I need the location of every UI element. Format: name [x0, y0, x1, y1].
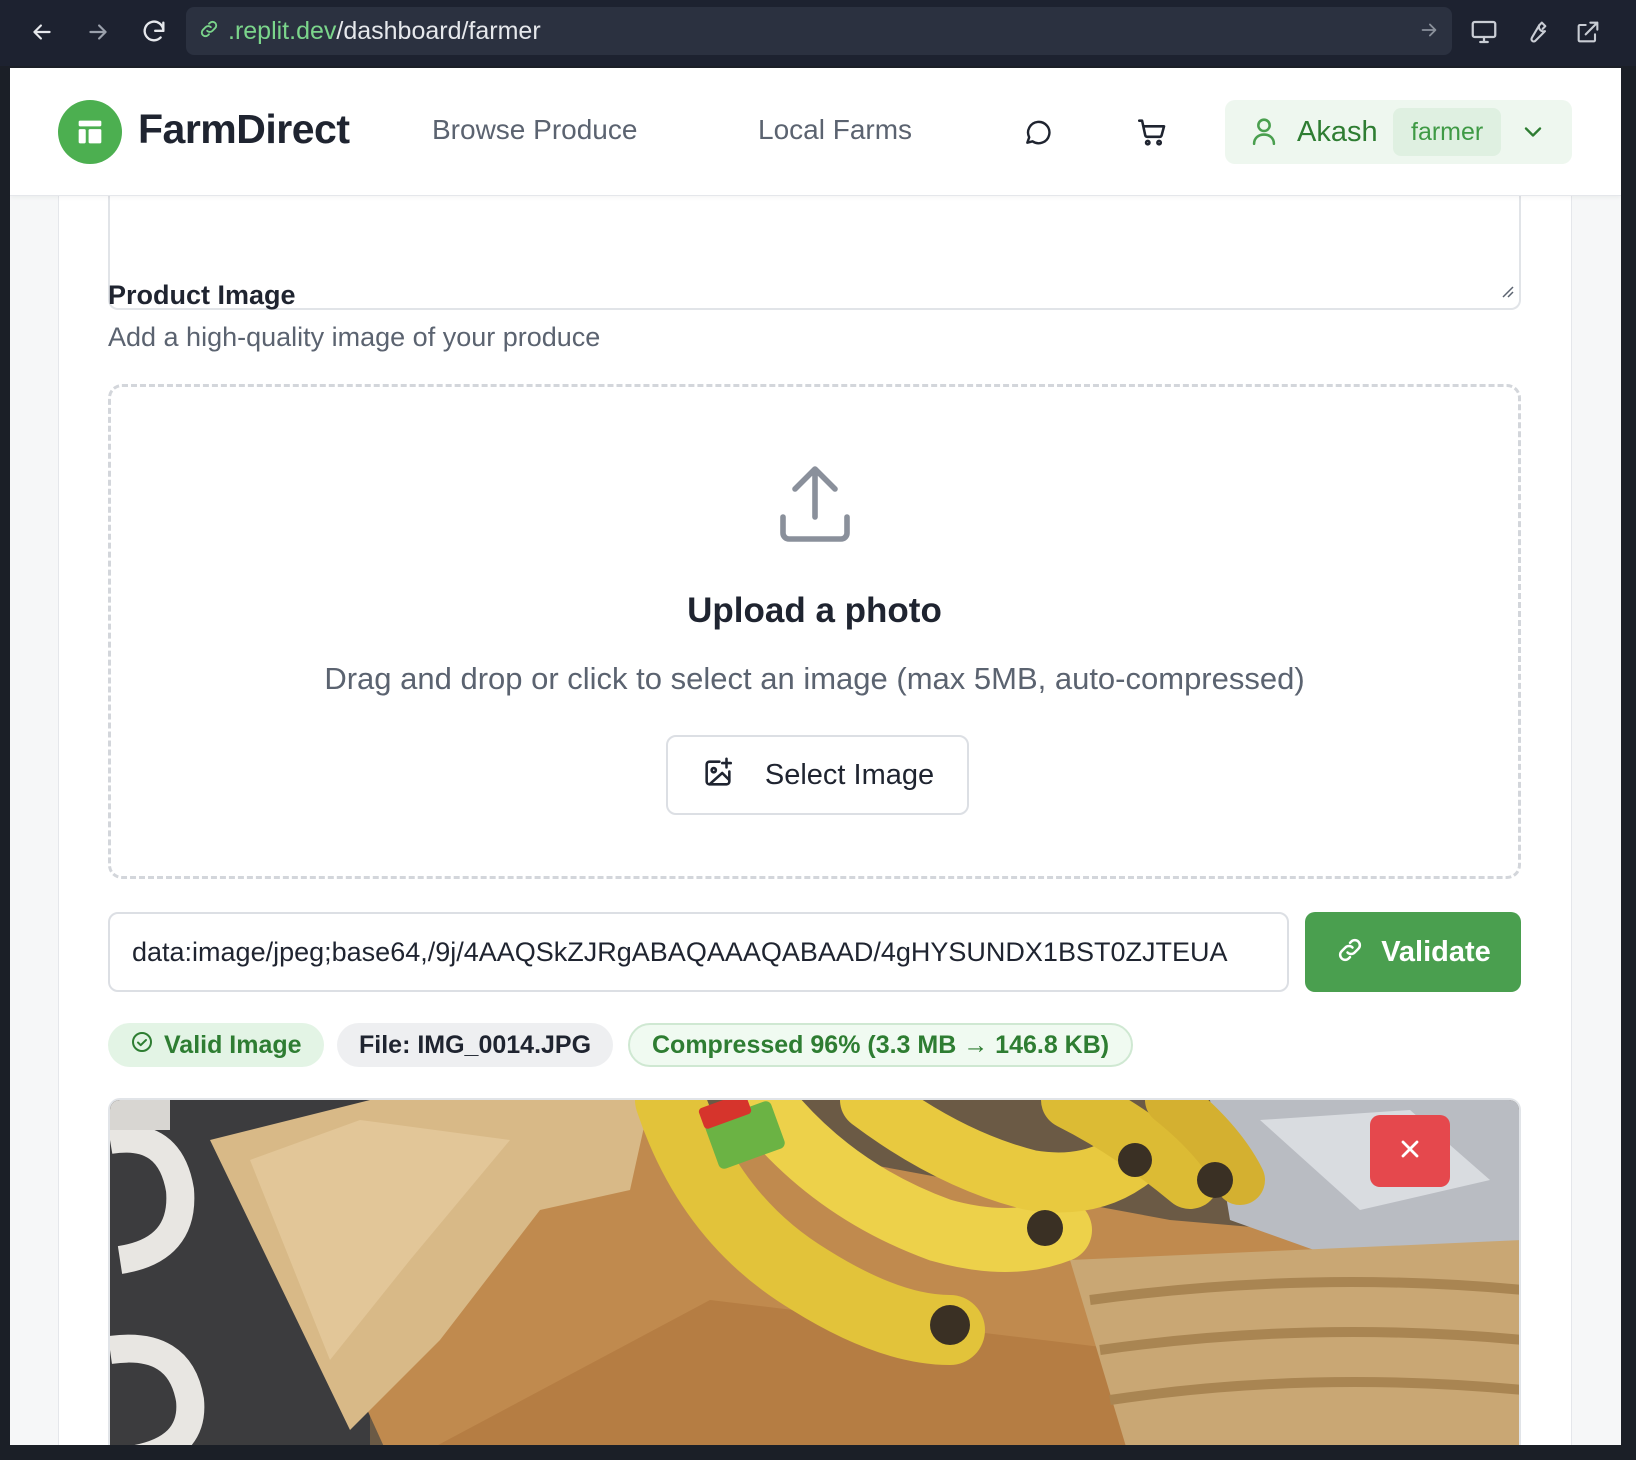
product-image-subtitle: Add a high-quality image of your produce	[108, 322, 601, 352]
reload-icon[interactable]	[134, 12, 174, 52]
dropzone-title: Upload a photo	[687, 591, 942, 630]
select-image-button[interactable]: Select Image	[666, 735, 969, 815]
file-name-badge: File: IMG_0014.JPG	[337, 1023, 614, 1067]
site-header: FarmDirect Browse Produce Local Farms Ak…	[10, 68, 1621, 196]
url-path: /dashboard/farmer	[336, 16, 541, 45]
nav-local-farms[interactable]: Local Farms	[758, 114, 912, 146]
image-preview	[108, 1098, 1521, 1445]
upload-icon	[767, 457, 863, 558]
valid-image-label: Valid Image	[164, 1030, 302, 1059]
chevron-down-icon	[1519, 118, 1547, 151]
url-host: .replit.dev	[228, 16, 337, 45]
link-icon	[1335, 935, 1365, 970]
wrench-icon[interactable]	[1516, 12, 1556, 52]
monitor-icon[interactable]	[1464, 12, 1504, 52]
user-icon	[1247, 114, 1281, 153]
back-arrow-icon[interactable]	[22, 12, 62, 52]
external-link-icon[interactable]	[1568, 12, 1608, 52]
image-dropzone[interactable]: Upload a photo Drag and drop or click to…	[108, 384, 1521, 879]
close-icon	[1396, 1135, 1424, 1168]
compression-badge: Compressed 96% (3.3 MB → 146.8 KB)	[628, 1023, 1134, 1067]
validate-label: Validate	[1381, 935, 1491, 968]
user-name: Akash	[1297, 116, 1378, 148]
logo-icon[interactable]	[58, 100, 122, 164]
address-bar[interactable]: .replit.dev/dashboard/farmer	[186, 7, 1452, 55]
brand-name[interactable]: FarmDirect	[138, 106, 350, 153]
image-url-input[interactable]	[108, 912, 1289, 992]
forward-arrow-icon[interactable]	[78, 12, 118, 52]
validate-button[interactable]: Validate	[1305, 912, 1521, 992]
app-viewport: FarmDirect Browse Produce Local Farms Ak…	[10, 68, 1621, 1445]
cart-icon[interactable]	[1130, 110, 1174, 154]
browser-toolbar: .replit.dev/dashboard/farmer	[0, 0, 1636, 66]
dropzone-description: Drag and drop or click to select an imag…	[324, 661, 1305, 696]
remove-image-button[interactable]	[1370, 1115, 1450, 1187]
nav-browse-produce[interactable]: Browse Produce	[432, 114, 637, 146]
link-icon	[198, 18, 220, 45]
select-image-label: Select Image	[764, 758, 935, 791]
image-plus-icon	[701, 756, 735, 795]
chat-icon[interactable]	[1016, 110, 1060, 154]
user-menu[interactable]: Akash farmer	[1225, 100, 1572, 164]
resize-handle-icon[interactable]	[1499, 283, 1515, 304]
user-role-badge: farmer	[1393, 108, 1502, 156]
check-circle-icon	[130, 1030, 154, 1061]
go-arrow-icon[interactable]	[1418, 19, 1440, 46]
product-image-title: Product Image	[108, 280, 296, 310]
valid-image-badge: Valid Image	[108, 1023, 324, 1067]
banana-photo	[110, 1100, 1519, 1445]
url-text: .replit.dev/dashboard/farmer	[228, 17, 541, 46]
